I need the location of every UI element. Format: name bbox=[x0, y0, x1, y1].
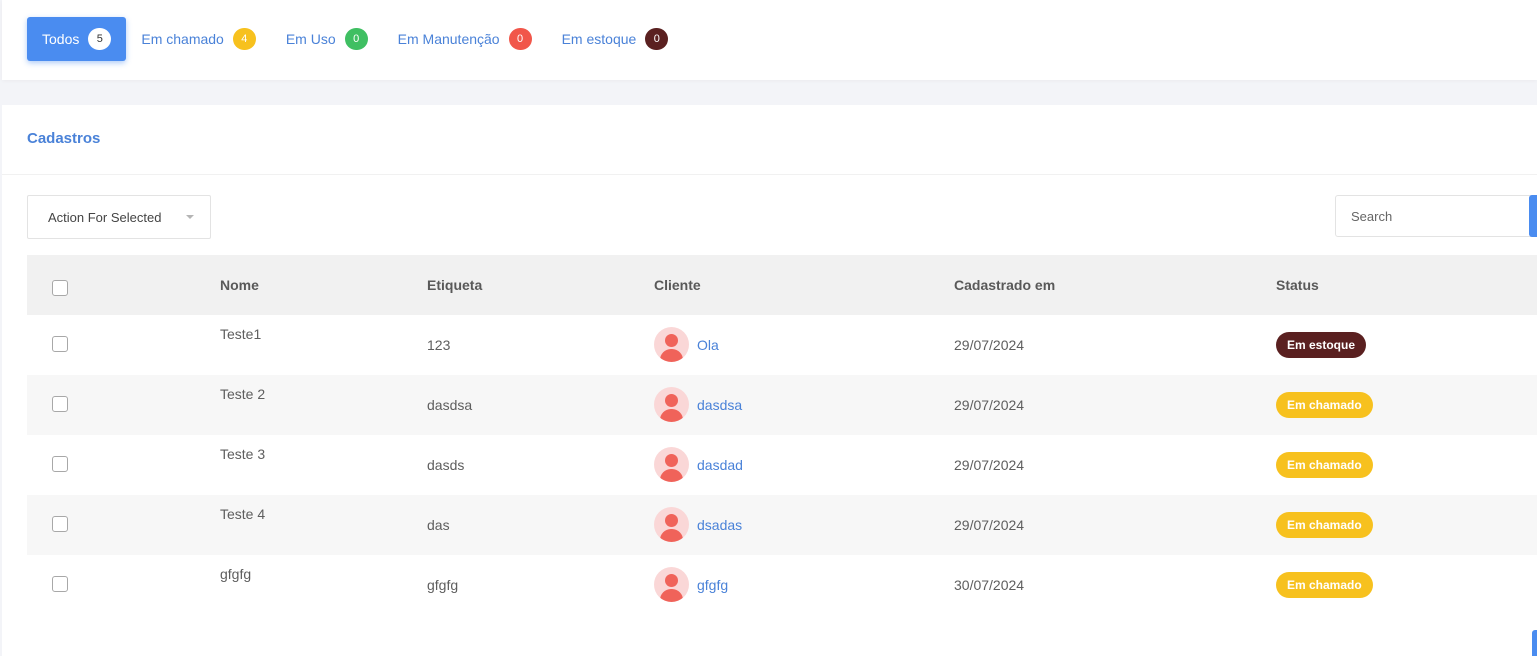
row-checkbox[interactable] bbox=[52, 336, 68, 352]
tab-em-uso[interactable]: Em Uso 0 bbox=[286, 17, 368, 61]
table-row: gfgfg gfgfg gfgfg 30/07/2024 Em chamado bbox=[27, 555, 1537, 615]
user-avatar-icon bbox=[654, 447, 689, 482]
cell-etiqueta: gfgfg bbox=[427, 577, 459, 593]
search-button[interactable] bbox=[1529, 195, 1537, 237]
cell-cadastrado-em: 29/07/2024 bbox=[954, 457, 1025, 473]
row-checkbox[interactable] bbox=[52, 456, 68, 472]
cliente-link[interactable]: dasdad bbox=[697, 457, 743, 473]
header-etiqueta[interactable]: Etiqueta bbox=[427, 277, 482, 293]
cell-cadastrado-em: 29/07/2024 bbox=[954, 397, 1025, 413]
cell-etiqueta: dasds bbox=[427, 457, 465, 473]
cell-cadastrado-em: 29/07/2024 bbox=[954, 517, 1025, 533]
cell-cliente: Ola bbox=[654, 327, 719, 362]
tab-label: Em Manutenção bbox=[397, 31, 500, 47]
tab-label: Em Uso bbox=[285, 31, 336, 47]
user-avatar-icon bbox=[654, 327, 689, 362]
cell-nome: Teste 3 bbox=[220, 446, 266, 462]
row-checkbox[interactable] bbox=[52, 396, 68, 412]
count-badge: 0 bbox=[508, 28, 532, 50]
cell-etiqueta: 123 bbox=[427, 337, 451, 353]
status-badge: Em estoque bbox=[1276, 332, 1367, 358]
status-badge: Em chamado bbox=[1276, 392, 1373, 418]
cadastros-card: Cadastros Action For Selected Search Nom… bbox=[2, 105, 1537, 656]
cell-cliente: gfgfg bbox=[654, 567, 728, 602]
cell-nome: Teste 4 bbox=[220, 506, 266, 522]
select-all-checkbox[interactable] bbox=[52, 280, 68, 296]
tab-em-manutencao[interactable]: Em Manutenção 0 bbox=[398, 17, 532, 61]
user-avatar-icon bbox=[654, 567, 689, 602]
table-row: Teste1 123 Ola 29/07/2024 Em estoque bbox=[27, 315, 1537, 375]
cadastros-table: Nome Etiqueta Cliente Cadastrado em Stat… bbox=[27, 255, 1537, 615]
cell-cadastrado-em: 29/07/2024 bbox=[954, 337, 1025, 353]
cell-cliente: dasdsa bbox=[654, 387, 742, 422]
count-badge: 4 bbox=[232, 28, 256, 50]
cell-nome: Teste1 bbox=[220, 326, 262, 342]
tab-em-estoque[interactable]: Em estoque 0 bbox=[562, 17, 669, 61]
filter-tabs: Todos 5 Em chamado 4 Em Uso 0 Em Manuten… bbox=[27, 17, 698, 61]
user-avatar-icon bbox=[654, 387, 689, 422]
divider bbox=[2, 174, 1537, 175]
header-status[interactable]: Status bbox=[1276, 277, 1319, 293]
count-badge: 0 bbox=[344, 28, 368, 50]
table-header-row: Nome Etiqueta Cliente Cadastrado em Stat… bbox=[27, 255, 1537, 315]
status-badge: Em chamado bbox=[1276, 572, 1373, 598]
cliente-link[interactable]: dasdsa bbox=[697, 397, 742, 413]
tab-todos[interactable]: Todos 5 bbox=[27, 17, 127, 61]
status-badge: Em chamado bbox=[1276, 452, 1373, 478]
table-body: Teste1 123 Ola 29/07/2024 Em estoque Tes… bbox=[27, 315, 1537, 615]
caret-down-icon bbox=[186, 215, 194, 219]
cell-cadastrado-em: 30/07/2024 bbox=[954, 577, 1025, 593]
status-filter-bar: Todos 5 Em chamado 4 Em Uso 0 Em Manuten… bbox=[2, 0, 1537, 80]
action-for-selected-dropdown[interactable]: Action For Selected bbox=[27, 195, 211, 239]
count-badge: 5 bbox=[88, 28, 112, 50]
dropdown-label: Action For Selected bbox=[48, 209, 162, 225]
scroll-to-top-button[interactable] bbox=[1532, 630, 1537, 656]
row-checkbox[interactable] bbox=[52, 516, 68, 532]
card-title: Cadastros bbox=[27, 130, 101, 147]
cell-cliente: dasdad bbox=[654, 447, 743, 482]
status-badge: Em chamado bbox=[1276, 512, 1373, 538]
tab-label: Em estoque bbox=[561, 31, 637, 47]
cliente-link[interactable]: dsadas bbox=[697, 517, 742, 533]
row-checkbox[interactable] bbox=[52, 576, 68, 592]
count-badge: 0 bbox=[645, 28, 669, 50]
user-avatar-icon bbox=[654, 507, 689, 542]
cell-nome: Teste 2 bbox=[220, 386, 266, 402]
cell-nome: gfgfg bbox=[220, 566, 252, 582]
tab-em-chamado[interactable]: Em chamado 4 bbox=[141, 17, 256, 61]
tab-label: Em chamado bbox=[141, 31, 224, 47]
cell-cliente: dsadas bbox=[654, 507, 742, 542]
tab-label: Todos bbox=[42, 31, 80, 47]
header-cadastrado-em[interactable]: Cadastrado em bbox=[954, 277, 1055, 293]
cliente-link[interactable]: gfgfg bbox=[697, 577, 728, 593]
table-row: Teste 3 dasds dasdad 29/07/2024 Em chama… bbox=[27, 435, 1537, 495]
table-row: Teste 2 dasdsa dasdsa 29/07/2024 Em cham… bbox=[27, 375, 1537, 435]
header-cliente[interactable]: Cliente bbox=[654, 277, 701, 293]
table-row: Teste 4 das dsadas 29/07/2024 Em chamado bbox=[27, 495, 1537, 555]
search-placeholder: Search bbox=[1351, 208, 1393, 224]
search-input[interactable]: Search bbox=[1335, 195, 1537, 237]
cell-etiqueta: dasdsa bbox=[427, 397, 473, 413]
cliente-link[interactable]: Ola bbox=[697, 337, 719, 353]
header-nome[interactable]: Nome bbox=[220, 277, 259, 293]
cell-etiqueta: das bbox=[427, 517, 450, 533]
